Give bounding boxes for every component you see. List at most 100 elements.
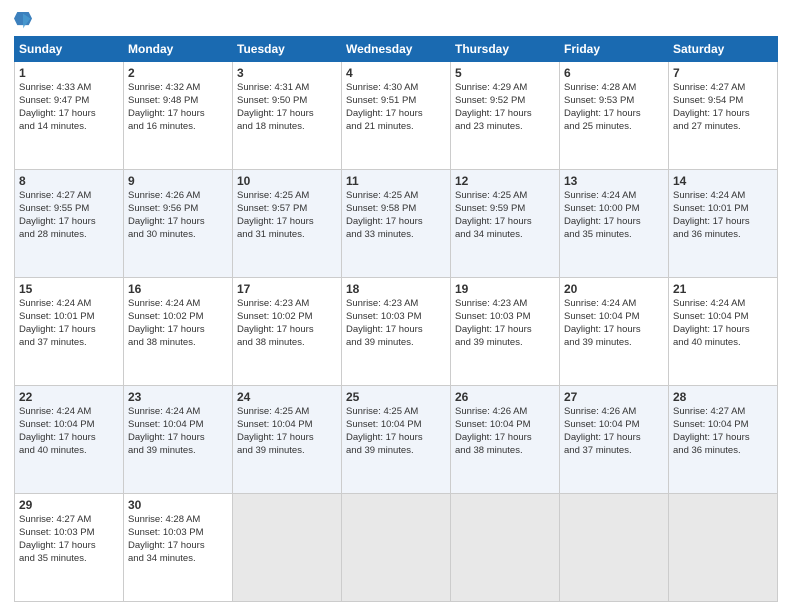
table-cell: 28Sunrise: 4:27 AMSunset: 10:04 PMDaylig… [669,386,778,494]
day-info-line: Sunrise: 4:27 AM [19,190,119,203]
day-info-line: and 35 minutes. [19,553,119,566]
table-cell: 15Sunrise: 4:24 AMSunset: 10:01 PMDaylig… [15,278,124,386]
day-info-line: and 16 minutes. [128,121,228,134]
col-wednesday: Wednesday [342,37,451,62]
day-number: 3 [237,65,337,81]
day-info-line: and 39 minutes. [237,445,337,458]
day-info-line: Sunrise: 4:24 AM [564,190,664,203]
day-number: 29 [19,497,119,513]
day-info-line: Sunset: 9:48 PM [128,95,228,108]
day-info-line: Daylight: 17 hours [128,216,228,229]
day-info-line: and 33 minutes. [346,229,446,242]
day-info-line: Sunrise: 4:28 AM [128,514,228,527]
day-info-line: Sunrise: 4:26 AM [455,406,555,419]
day-info-line: Sunset: 10:03 PM [455,311,555,324]
table-cell: 18Sunrise: 4:23 AMSunset: 10:03 PMDaylig… [342,278,451,386]
header [14,10,778,32]
day-info-line: Daylight: 17 hours [128,108,228,121]
day-number: 30 [128,497,228,513]
table-cell: 3Sunrise: 4:31 AMSunset: 9:50 PMDaylight… [233,62,342,170]
table-cell [342,494,451,602]
day-info-line: and 39 minutes. [346,445,446,458]
day-info-line: and 38 minutes. [237,337,337,350]
day-info-line: Daylight: 17 hours [128,540,228,553]
day-info-line: Sunrise: 4:26 AM [564,406,664,419]
day-info-line: Daylight: 17 hours [673,324,773,337]
col-thursday: Thursday [451,37,560,62]
day-info-line: Sunrise: 4:33 AM [19,82,119,95]
day-info-line: Daylight: 17 hours [673,108,773,121]
day-info-line: Sunset: 9:57 PM [237,203,337,216]
table-cell: 22Sunrise: 4:24 AMSunset: 10:04 PMDaylig… [15,386,124,494]
table-cell: 10Sunrise: 4:25 AMSunset: 9:57 PMDayligh… [233,170,342,278]
day-info-line: Sunset: 10:04 PM [455,419,555,432]
day-info-line: and 39 minutes. [346,337,446,350]
day-number: 5 [455,65,555,81]
day-info-line: Daylight: 17 hours [19,108,119,121]
day-info-line: Sunrise: 4:23 AM [346,298,446,311]
day-info-line: Daylight: 17 hours [346,108,446,121]
day-info-line: Sunrise: 4:28 AM [564,82,664,95]
day-info-line: Sunset: 10:03 PM [346,311,446,324]
day-info-line: and 35 minutes. [564,229,664,242]
day-info-line: Sunrise: 4:27 AM [673,82,773,95]
day-info-line: and 30 minutes. [128,229,228,242]
day-info-line: Sunset: 10:04 PM [237,419,337,432]
table-cell: 9Sunrise: 4:26 AMSunset: 9:56 PMDaylight… [124,170,233,278]
day-number: 20 [564,281,664,297]
day-info-line: Sunrise: 4:25 AM [237,190,337,203]
table-cell: 12Sunrise: 4:25 AMSunset: 9:59 PMDayligh… [451,170,560,278]
day-number: 7 [673,65,773,81]
table-cell: 19Sunrise: 4:23 AMSunset: 10:03 PMDaylig… [451,278,560,386]
day-info-line: Sunrise: 4:25 AM [346,190,446,203]
day-info-line: and 23 minutes. [455,121,555,134]
day-number: 22 [19,389,119,405]
day-info-line: and 31 minutes. [237,229,337,242]
day-info-line: Daylight: 17 hours [19,540,119,553]
day-info-line: Daylight: 17 hours [128,324,228,337]
day-info-line: Sunrise: 4:23 AM [455,298,555,311]
day-info-line: Sunset: 10:02 PM [237,311,337,324]
day-info-line: Sunset: 10:04 PM [128,419,228,432]
day-info-line: and 38 minutes. [455,445,555,458]
table-cell [669,494,778,602]
day-number: 11 [346,173,446,189]
day-info-line: Daylight: 17 hours [346,432,446,445]
day-info-line: Sunrise: 4:24 AM [564,298,664,311]
day-number: 2 [128,65,228,81]
day-info-line: Daylight: 17 hours [128,432,228,445]
calendar-week-row: 15Sunrise: 4:24 AMSunset: 10:01 PMDaylig… [15,278,778,386]
day-info-line: Sunset: 9:55 PM [19,203,119,216]
calendar-header-row: Sunday Monday Tuesday Wednesday Thursday… [15,37,778,62]
table-cell: 13Sunrise: 4:24 AMSunset: 10:00 PMDaylig… [560,170,669,278]
table-cell: 6Sunrise: 4:28 AMSunset: 9:53 PMDaylight… [560,62,669,170]
day-number: 24 [237,389,337,405]
day-info-line: Sunset: 9:53 PM [564,95,664,108]
table-cell: 16Sunrise: 4:24 AMSunset: 10:02 PMDaylig… [124,278,233,386]
day-info-line: Daylight: 17 hours [19,432,119,445]
day-number: 26 [455,389,555,405]
day-info-line: Sunset: 10:04 PM [564,419,664,432]
day-info-line: Daylight: 17 hours [564,324,664,337]
day-info-line: Sunset: 9:52 PM [455,95,555,108]
day-info-line: and 34 minutes. [455,229,555,242]
day-info-line: Sunrise: 4:31 AM [237,82,337,95]
day-number: 27 [564,389,664,405]
day-info-line: Daylight: 17 hours [19,324,119,337]
table-cell: 5Sunrise: 4:29 AMSunset: 9:52 PMDaylight… [451,62,560,170]
table-cell [233,494,342,602]
day-info-line: Sunset: 10:04 PM [19,419,119,432]
day-info-line: Daylight: 17 hours [673,216,773,229]
table-cell: 1Sunrise: 4:33 AMSunset: 9:47 PMDaylight… [15,62,124,170]
day-number: 18 [346,281,446,297]
table-cell: 8Sunrise: 4:27 AMSunset: 9:55 PMDaylight… [15,170,124,278]
day-info-line: Sunset: 9:59 PM [455,203,555,216]
table-cell: 4Sunrise: 4:30 AMSunset: 9:51 PMDaylight… [342,62,451,170]
calendar-week-row: 22Sunrise: 4:24 AMSunset: 10:04 PMDaylig… [15,386,778,494]
day-info-line: Daylight: 17 hours [455,432,555,445]
day-info-line: Sunrise: 4:25 AM [346,406,446,419]
day-number: 6 [564,65,664,81]
day-info-line: and 37 minutes. [19,337,119,350]
day-info-line: and 25 minutes. [564,121,664,134]
day-info-line: Daylight: 17 hours [455,216,555,229]
